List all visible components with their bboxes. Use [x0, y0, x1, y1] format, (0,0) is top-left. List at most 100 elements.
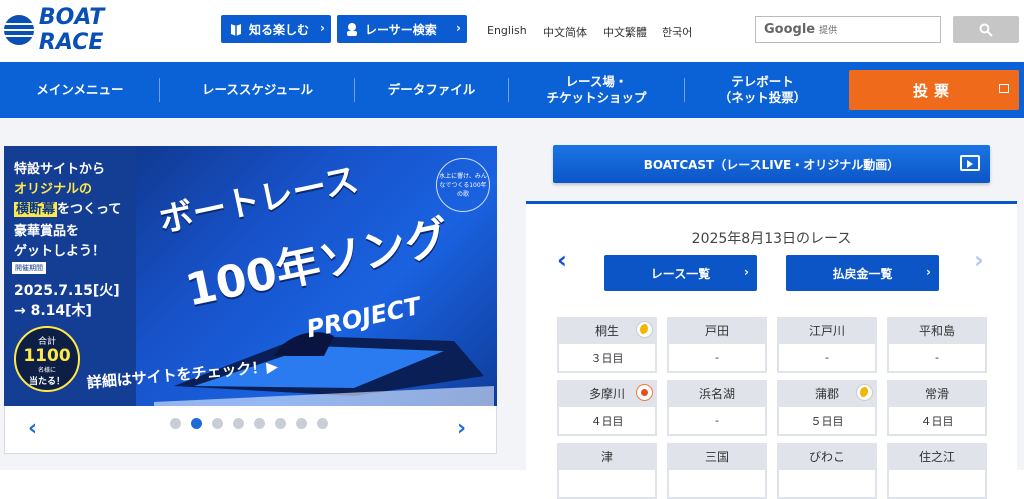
- venue-name: 戸田: [704, 323, 729, 338]
- book-icon: [231, 24, 241, 36]
- venue-day: -: [779, 344, 875, 371]
- lang-zh-simplified[interactable]: 中文简体: [543, 24, 587, 40]
- boatcast-label: BOATCAST（レースLIVE・オリジナル動画）: [643, 157, 900, 172]
- period-end: → 8.14[木]: [14, 303, 92, 319]
- logo-mark-icon: [4, 15, 34, 45]
- slide-dot[interactable]: [296, 418, 307, 429]
- slider-prev-button[interactable]: ‹: [28, 416, 37, 441]
- chevron-right-icon: ›: [744, 265, 749, 279]
- search-button[interactable]: [953, 16, 1019, 43]
- morning-sun-icon: [636, 384, 653, 401]
- venue-day: ５日目: [779, 407, 875, 434]
- venue-card[interactable]: 津: [557, 443, 657, 499]
- slider-next-button[interactable]: ›: [457, 416, 466, 441]
- google-brand: Google: [764, 22, 816, 37]
- venue-card[interactable]: 江戸川 -: [777, 317, 877, 373]
- slide-dot[interactable]: [254, 418, 265, 429]
- nav-main-menu[interactable]: メインメニュー: [0, 62, 160, 118]
- knowledge-label: 知る楽しむ: [249, 22, 310, 37]
- banner-left-panel: 特設サイトから オリジナルの 横断幕 をつくって 豪華賞品を ゲットしよう！ 開催…: [4, 146, 136, 406]
- venue-name: 三国: [704, 449, 729, 464]
- venue-card[interactable]: 平和島 -: [887, 317, 987, 373]
- boatcast-button[interactable]: BOATCAST（レースLIVE・オリジナル動画）: [553, 145, 990, 183]
- prev-day-button[interactable]: ‹: [557, 246, 567, 274]
- venue-card[interactable]: 住之江: [887, 443, 987, 499]
- venue-card[interactable]: 浜名湖 -: [667, 380, 767, 436]
- banner-line3-rest: をつくって: [57, 202, 122, 217]
- banner-line2: オリジナルの: [14, 182, 93, 197]
- campaign-banner[interactable]: 特設サイトから オリジナルの 横断幕 をつくって 豪華賞品を ゲットしよう！ 開催…: [4, 146, 497, 406]
- venue-day: ４日目: [889, 407, 985, 434]
- race-list-button[interactable]: レース一覧 ›: [604, 255, 757, 291]
- venue-name: 常滑: [924, 386, 949, 401]
- race-list-label: レース一覧: [650, 266, 711, 281]
- slide-dot[interactable]: [170, 418, 181, 429]
- vote-button[interactable]: 投票: [849, 70, 1019, 110]
- racer-icon: [347, 23, 357, 36]
- nav-race-schedule[interactable]: レーススケジュール: [160, 62, 355, 118]
- venue-name: びわこ: [808, 449, 845, 464]
- venue-name: 江戸川: [808, 323, 845, 338]
- banner-line3-highlight: 横断幕: [14, 202, 58, 217]
- venue-day: [889, 470, 985, 497]
- venue-card[interactable]: 常滑 ４日目: [887, 380, 987, 436]
- chevron-right-icon: ›: [320, 21, 325, 35]
- nighter-moon-icon: [856, 384, 873, 401]
- chevron-right-icon: ›: [926, 265, 931, 279]
- venue-day: -: [889, 344, 985, 371]
- period-start: 2025.7.15[火]: [14, 283, 120, 299]
- venue-name: 浜名湖: [698, 386, 735, 401]
- boatrace-logo[interactable]: BOAT RACE: [4, 5, 176, 55]
- slide-dot[interactable]: [233, 418, 244, 429]
- nav-teleboat[interactable]: テレボート （ネット投票）: [685, 62, 840, 118]
- venue-card[interactable]: 蒲郡 ５日目: [777, 380, 877, 436]
- top-header: BOAT RACE 知る楽しむ › レーサー検索 › English 中文简体 …: [0, 0, 1024, 62]
- venue-card[interactable]: びわこ: [777, 443, 877, 499]
- payout-list-label: 払戻金一覧: [832, 266, 893, 281]
- slide-dot-active[interactable]: [191, 418, 202, 429]
- next-day-button[interactable]: ›: [974, 246, 984, 274]
- venue-card[interactable]: 戸田 -: [667, 317, 767, 373]
- venue-name: 津: [600, 449, 613, 464]
- project-emblem: 水上に響け、みんなでつくる100年の歌: [436, 158, 490, 212]
- external-window-icon: [999, 84, 1009, 93]
- banner-line4: 豪華賞品を: [14, 224, 80, 239]
- venue-day: ３日目: [559, 344, 655, 371]
- prize-count: 1100: [23, 346, 71, 366]
- prize-unit: 名様に: [37, 367, 56, 374]
- payout-list-button[interactable]: 払戻金一覧 ›: [786, 255, 939, 291]
- lang-english[interactable]: English: [487, 24, 527, 37]
- venue-day: [559, 470, 655, 497]
- venue-card[interactable]: 桐生 ３日目: [557, 317, 657, 373]
- racer-search-label: レーサー検索: [365, 22, 437, 37]
- tv-play-icon: [960, 155, 980, 171]
- nav-venues-ticket-shop[interactable]: レース場・ チケットショップ: [509, 62, 684, 118]
- banner-line5: ゲットしよう！: [14, 244, 106, 259]
- nav-data-file[interactable]: データファイル: [355, 62, 508, 118]
- lang-zh-traditional[interactable]: 中文繁體: [603, 24, 647, 40]
- slide-dot[interactable]: [212, 418, 223, 429]
- banner-line1: 特設サイトから: [14, 162, 106, 177]
- lang-korean[interactable]: 한국어: [662, 24, 692, 40]
- venue-card[interactable]: 多摩川 ４日目: [557, 380, 657, 436]
- period-label: 開催期間: [12, 262, 46, 274]
- slider-pagination: [170, 418, 328, 429]
- venue-name: 住之江: [918, 449, 955, 464]
- banner-line3: 横断幕 をつくって: [14, 198, 121, 217]
- prize-count-badge: 合計 1100 名様に 当たる！: [14, 326, 80, 392]
- slide-dot[interactable]: [275, 418, 286, 429]
- venue-card[interactable]: 三国: [667, 443, 767, 499]
- slide-dot[interactable]: [317, 418, 328, 429]
- search-input[interactable]: Google 提供: [755, 16, 941, 43]
- race-date-title: 2025年8月13日のレース: [691, 231, 852, 247]
- nighter-moon-icon: [636, 321, 653, 338]
- venue-day: -: [669, 407, 765, 434]
- vote-label: 投票: [912, 81, 955, 100]
- racer-search-button[interactable]: レーサー検索 ›: [337, 15, 467, 43]
- venue-day: -: [669, 344, 765, 371]
- venue-name: 平和島: [918, 323, 955, 338]
- search-provided-label: 提供: [819, 26, 838, 36]
- knowledge-button[interactable]: 知る楽しむ ›: [221, 15, 331, 43]
- venue-day: [669, 470, 765, 497]
- venue-day: [779, 470, 875, 497]
